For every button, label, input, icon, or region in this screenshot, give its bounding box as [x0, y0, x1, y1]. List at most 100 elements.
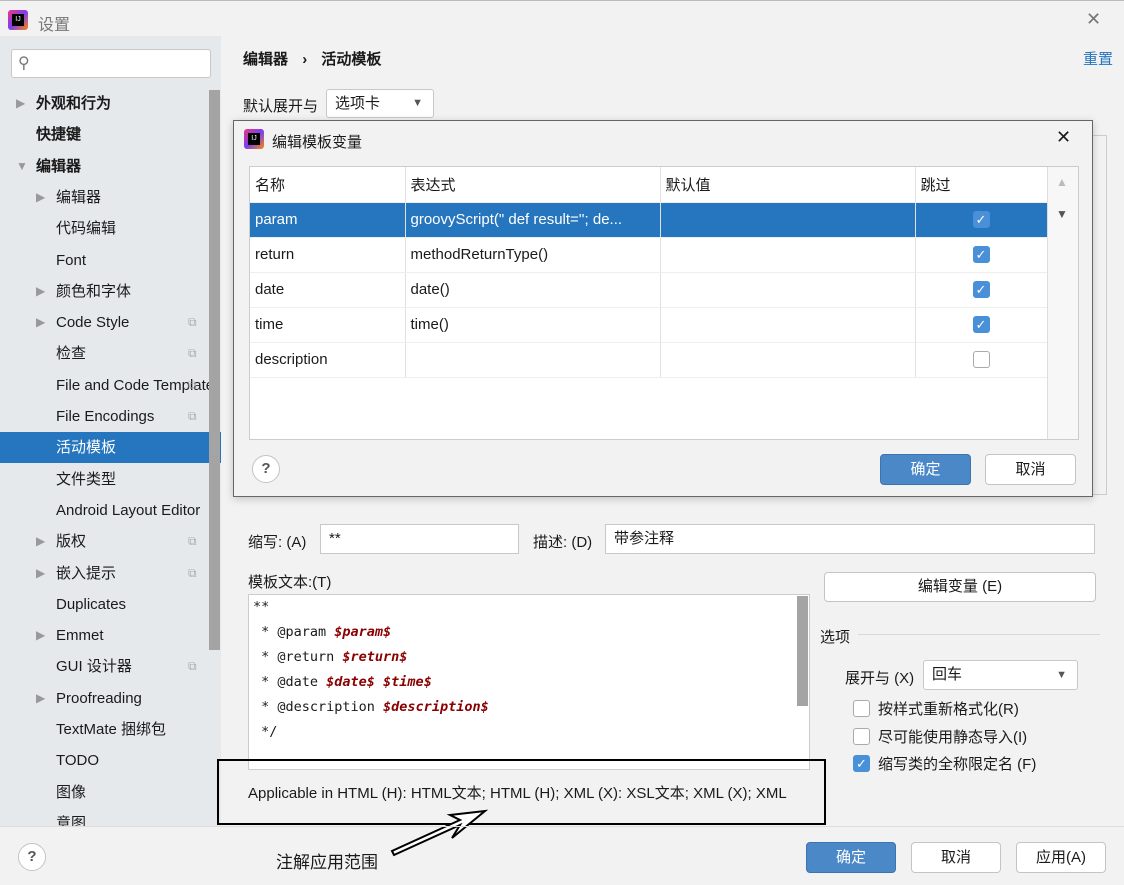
- move-up-icon[interactable]: ▲: [1056, 175, 1068, 189]
- chevron-right-icon[interactable]: ▶: [16, 88, 25, 119]
- editor-scrollbar[interactable]: [797, 596, 808, 706]
- chevron-down-icon[interactable]: ▼: [16, 151, 28, 182]
- template-text-editor[interactable]: ** * @param $param$ * @return $return$ *…: [248, 594, 810, 770]
- cell-default[interactable]: [660, 307, 916, 343]
- help-button[interactable]: ?: [18, 843, 46, 871]
- option-checkbox-row[interactable]: 按样式重新格式化(R): [853, 698, 1019, 719]
- cell-default[interactable]: [660, 237, 916, 273]
- search-input[interactable]: ⚲: [11, 49, 211, 78]
- cell-default[interactable]: [660, 272, 916, 308]
- table-row[interactable]: date date() ✓: [250, 272, 1048, 308]
- cancel-button[interactable]: 取消: [985, 454, 1076, 485]
- cancel-button[interactable]: 取消: [911, 842, 1001, 873]
- description-input[interactable]: 带参注释: [605, 524, 1095, 554]
- chevron-right-icon[interactable]: ▶: [36, 307, 45, 338]
- sidebar-item[interactable]: Duplicates: [0, 589, 210, 620]
- sidebar-item[interactable]: 代码编辑: [0, 213, 210, 244]
- sidebar-item[interactable]: Android Layout Editor: [0, 495, 210, 526]
- chevron-right-icon[interactable]: ▶: [36, 276, 45, 307]
- expand-default-value: 选项卡: [335, 95, 381, 112]
- chevron-right-icon[interactable]: ▶: [36, 620, 45, 651]
- cell-expr[interactable]: groovyScript(" def result=''; de...: [405, 202, 661, 238]
- table-row[interactable]: param groovyScript(" def result=''; de...…: [250, 202, 1048, 238]
- cell-name[interactable]: date: [250, 272, 406, 308]
- breadcrumb-parent[interactable]: 编辑器: [243, 51, 288, 68]
- sidebar-item[interactable]: ▶ Code Style ⧉: [0, 307, 210, 338]
- sidebar-item[interactable]: ▶ 嵌入提示 ⧉: [0, 558, 210, 589]
- cell-name[interactable]: return: [250, 237, 406, 273]
- skip-checkbox[interactable]: ✓: [972, 316, 990, 334]
- cell-skip[interactable]: ✓: [915, 272, 1048, 308]
- table-scrollbar[interactable]: ▲ ▼: [1047, 167, 1078, 439]
- skip-checkbox[interactable]: [972, 351, 990, 369]
- cell-name[interactable]: param: [250, 202, 406, 238]
- cell-default[interactable]: [660, 202, 916, 238]
- chevron-right-icon[interactable]: ▶: [36, 558, 45, 589]
- column-header[interactable]: 名称: [250, 167, 406, 203]
- sidebar-item[interactable]: Font: [0, 245, 210, 276]
- table-row[interactable]: description: [250, 342, 1048, 378]
- cell-name[interactable]: time: [250, 307, 406, 343]
- cell-expr[interactable]: methodReturnType(): [405, 237, 661, 273]
- sidebar-item[interactable]: 图像: [0, 777, 210, 808]
- sidebar-item[interactable]: ▶ Emmet: [0, 620, 210, 651]
- sidebar-item[interactable]: File and Code Templates ⧉: [0, 370, 210, 401]
- options-divider: [858, 634, 1100, 635]
- sidebar-scrollbar[interactable]: [209, 90, 220, 650]
- sidebar-item[interactable]: ▶ 编辑器: [0, 182, 210, 213]
- sidebar-item[interactable]: 检查 ⧉: [0, 338, 210, 369]
- help-button[interactable]: ?: [252, 455, 280, 483]
- table-row[interactable]: time time() ✓: [250, 307, 1048, 343]
- skip-checkbox[interactable]: ✓: [972, 281, 990, 299]
- template-text: * @return: [253, 649, 343, 665]
- column-header[interactable]: 表达式: [405, 167, 661, 203]
- sidebar-item[interactable]: TODO: [0, 745, 210, 776]
- cell-skip[interactable]: ✓: [915, 307, 1048, 343]
- option-checkbox[interactable]: ✓: [853, 755, 870, 772]
- ok-button[interactable]: 确定: [880, 454, 971, 485]
- skip-checkbox[interactable]: ✓: [972, 246, 990, 264]
- option-checkbox-row[interactable]: ✓ 缩写类的全称限定名 (F): [853, 753, 1036, 774]
- cell-expr[interactable]: [405, 342, 661, 378]
- sidebar-item[interactable]: ▶ 版权 ⧉: [0, 526, 210, 557]
- cell-expr[interactable]: date(): [405, 272, 661, 308]
- cell-default[interactable]: [660, 342, 916, 378]
- sidebar-item[interactable]: ▶ 颜色和字体: [0, 276, 210, 307]
- abbreviation-input[interactable]: **: [320, 524, 519, 554]
- edit-variables-button[interactable]: 编辑变量 (E): [824, 572, 1096, 602]
- cell-skip[interactable]: ✓: [915, 237, 1048, 273]
- option-checkbox[interactable]: [853, 727, 870, 745]
- applicable-contexts[interactable]: Applicable in HTML (H): HTML文本; HTML (H)…: [248, 782, 810, 803]
- column-header[interactable]: 跳过: [915, 167, 1048, 203]
- close-icon[interactable]: ✕: [1056, 127, 1071, 148]
- chevron-right-icon[interactable]: ▶: [36, 526, 45, 557]
- ok-button[interactable]: 确定: [806, 842, 896, 873]
- sidebar-item[interactable]: ▶ 外观和行为: [0, 88, 210, 119]
- sidebar-item[interactable]: 意图: [0, 808, 210, 826]
- chevron-right-icon[interactable]: ▶: [36, 182, 45, 213]
- cell-expr[interactable]: time(): [405, 307, 661, 343]
- cell-skip[interactable]: [915, 342, 1048, 378]
- sidebar-item[interactable]: GUI 设计器 ⧉: [0, 651, 210, 682]
- expand-with-select[interactable]: 回车 ▼: [923, 660, 1078, 690]
- expand-default-select[interactable]: 选项卡 ▼: [326, 89, 434, 118]
- apply-button[interactable]: 应用(A): [1016, 842, 1106, 873]
- sidebar-item[interactable]: 活动模板: [0, 432, 221, 464]
- cell-skip[interactable]: ✓: [915, 202, 1048, 238]
- skip-checkbox[interactable]: ✓: [972, 211, 990, 229]
- move-down-icon[interactable]: ▼: [1056, 207, 1068, 221]
- sidebar-item[interactable]: File Encodings ⧉: [0, 401, 210, 432]
- sidebar-item[interactable]: 文件类型: [0, 464, 210, 495]
- option-checkbox-row[interactable]: 尽可能使用静态导入(I): [853, 726, 1027, 747]
- sidebar-item[interactable]: ▼ 编辑器: [0, 151, 210, 182]
- reset-link[interactable]: 重置: [1083, 48, 1113, 69]
- option-checkbox[interactable]: [853, 700, 870, 717]
- sidebar-item[interactable]: 快捷键: [0, 119, 210, 150]
- sidebar-item[interactable]: TextMate 捆绑包: [0, 714, 210, 745]
- sidebar-item[interactable]: ▶ Proofreading: [0, 683, 210, 714]
- chevron-right-icon[interactable]: ▶: [36, 683, 45, 714]
- close-icon[interactable]: ✕: [1086, 9, 1101, 30]
- table-row[interactable]: return methodReturnType() ✓: [250, 237, 1048, 273]
- cell-name[interactable]: description: [250, 342, 406, 378]
- column-header[interactable]: 默认值: [660, 167, 916, 203]
